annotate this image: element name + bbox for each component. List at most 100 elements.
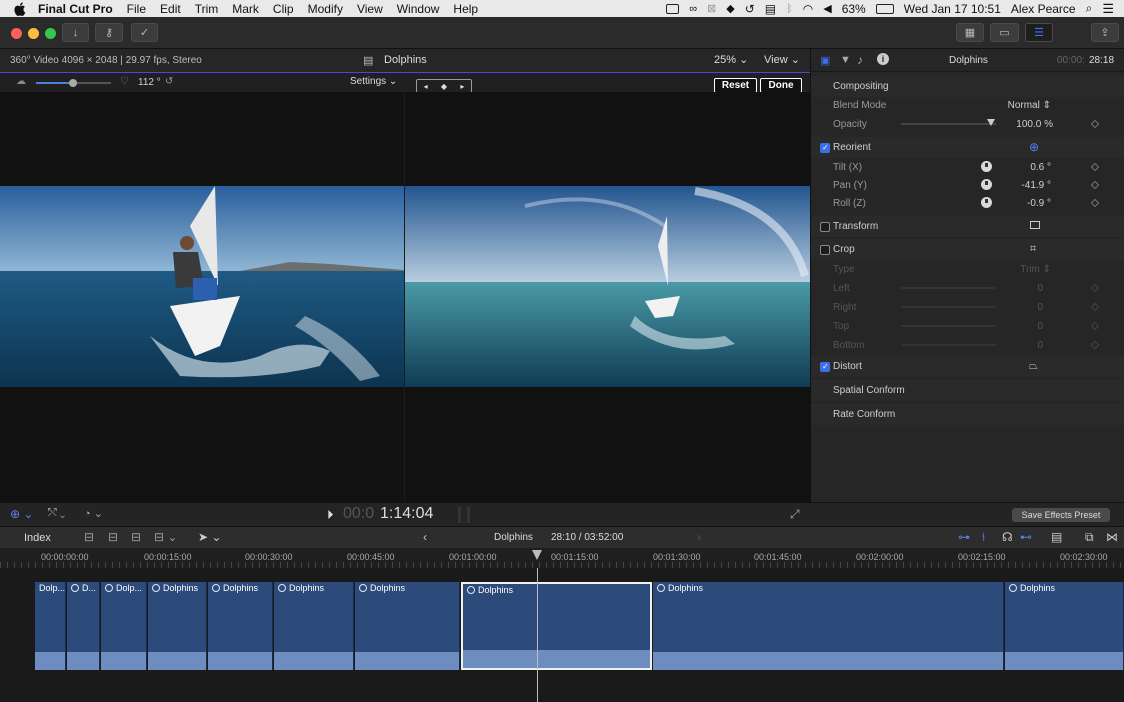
notification-center-icon[interactable]: ☰ [1102, 1, 1114, 17]
timecode-display[interactable]: 1:14:04 [380, 505, 433, 523]
timeline-clip[interactable]: Dolphins [355, 582, 460, 670]
filter-icon[interactable]: ▼ [840, 54, 851, 66]
timeline-clip-selected[interactable]: Dolphins [461, 582, 652, 670]
apple-icon[interactable] [14, 1, 28, 16]
prev-keyframe-icon[interactable]: ◂ [424, 82, 428, 91]
keyframe-icon[interactable] [1090, 198, 1100, 208]
app-menu[interactable]: Final Cut Pro [38, 2, 113, 16]
timeline-clip[interactable]: Dolphins [1005, 582, 1124, 670]
pan-dial[interactable] [981, 179, 992, 190]
crop-checkbox[interactable] [820, 244, 830, 255]
snapping-icon[interactable]: ⊷ [1020, 530, 1032, 544]
menu-edit[interactable]: Edit [160, 2, 181, 16]
distort-icon[interactable]: ⏢ [1029, 360, 1038, 373]
roll-dial[interactable] [981, 197, 992, 208]
playhead-line[interactable] [537, 568, 538, 702]
close-window-button[interactable] [11, 28, 22, 39]
volume-icon[interactable]: ◀ [823, 2, 831, 15]
keyframe-icon[interactable] [1090, 162, 1100, 172]
insert-edit-icon[interactable]: ⊟ [108, 530, 118, 544]
battery-percent[interactable]: 63% [842, 2, 866, 16]
next-keyframe-icon[interactable]: ▸ [460, 82, 464, 91]
play-icon[interactable]: ⏵ [327, 507, 334, 523]
reset-button[interactable]: Reset [714, 78, 757, 93]
spatial-conform-section[interactable]: Spatial Conform [811, 380, 1124, 401]
import-button[interactable]: ↓ [62, 23, 89, 42]
add-keyframe-icon[interactable]: ◆ [441, 82, 447, 91]
slider-thumb[interactable] [987, 119, 995, 126]
evernote-icon[interactable]: ◆ [726, 2, 734, 15]
menu-help[interactable]: Help [453, 2, 478, 16]
opacity-slider[interactable] [901, 119, 996, 126]
timeline-ruler[interactable]: 00:00:00:00 00:00:15:00 00:00:30:00 00:0… [0, 548, 1124, 568]
360-view-icon[interactable]: ⊕ ⌄ [10, 507, 33, 521]
timeline-clip[interactable]: D... [67, 582, 100, 670]
view-menu[interactable]: View ⌄ [764, 53, 800, 66]
canvas-viewer-pane[interactable] [405, 92, 810, 502]
index-button[interactable]: Index [24, 532, 51, 544]
timeline-clip[interactable]: Dolp... [101, 582, 147, 670]
clock[interactable]: Wed Jan 17 10:51 [904, 2, 1001, 16]
user-name[interactable]: Alex Pearce [1011, 2, 1076, 16]
reset-angle-icon[interactable]: ↺ [165, 76, 173, 87]
done-button[interactable]: Done [760, 78, 802, 93]
tilt-dial[interactable] [981, 161, 992, 172]
keywords-button[interactable]: ⚷ [95, 23, 123, 42]
info-icon[interactable]: i [877, 53, 889, 65]
blend-mode-select[interactable]: Normal ⇕ [1001, 100, 1051, 111]
display-icon[interactable] [666, 3, 680, 14]
creative-cloud-icon[interactable]: ∞ [689, 3, 697, 15]
select-tool-icon[interactable]: ➤ ⌄ [198, 530, 221, 544]
menu-modify[interactable]: Modify [308, 2, 343, 16]
search-icon[interactable]: ⌕ [1086, 1, 1093, 16]
timeline-clip[interactable]: Dolphins [148, 582, 207, 670]
transform-checkbox[interactable] [820, 221, 830, 232]
timeline-clip[interactable]: Dolp... [35, 582, 66, 670]
tilt-value[interactable]: 0.6 ° [1001, 162, 1051, 173]
opacity-value[interactable]: 100.0 % [1001, 119, 1053, 130]
pan-value[interactable]: -41.9 ° [1001, 180, 1051, 191]
back-arrow-icon[interactable]: ‹ [423, 530, 427, 544]
audio-icon[interactable]: ♪ [857, 53, 863, 67]
save-effects-preset-button[interactable]: Save Effects Preset [1012, 508, 1110, 522]
angle-slider[interactable] [36, 79, 111, 87]
menu-mark[interactable]: Mark [232, 2, 259, 16]
reorient-section[interactable]: Reorient ⊕ [811, 137, 1124, 158]
overwrite-edit-icon[interactable]: ⊟ ⌄ [154, 530, 177, 544]
compositing-section[interactable]: Compositing [811, 76, 1124, 97]
timeline-track[interactable]: Dolp... D... Dolp... Dolphins Dolphins D… [0, 568, 1124, 702]
bluetooth-icon[interactable]: ᛒ [786, 3, 793, 15]
settings-menu[interactable]: Settings ⌄ [350, 76, 397, 87]
menu-view[interactable]: View [357, 2, 383, 16]
menu-trim[interactable]: Trim [195, 2, 219, 16]
video-inspector-icon[interactable]: ▣ [820, 54, 830, 67]
crop-section[interactable]: Crop ⌗ [811, 239, 1124, 260]
time-machine-icon[interactable]: ↺ [745, 2, 755, 16]
connect-edit-icon[interactable]: ⊟ [84, 530, 94, 544]
browser-toggle-button[interactable]: ▦ [956, 23, 984, 42]
playhead-handle[interactable] [532, 550, 542, 560]
headset-icon[interactable]: ☁ [16, 76, 26, 87]
battery-icon[interactable] [875, 3, 894, 14]
angle-value[interactable]: 112 ° [138, 77, 161, 88]
360-viewer-pane[interactable] [0, 92, 404, 502]
clip-appearance-icon[interactable]: ⊶ [958, 530, 970, 544]
speed-icon[interactable]: ◔ ⌄ [84, 507, 103, 520]
zoom-menu[interactable]: 25% ⌄ [714, 53, 748, 66]
filmstrip-icon[interactable]: ▤ [1051, 530, 1062, 544]
rate-conform-section[interactable]: Rate Conform [811, 404, 1124, 425]
transform-section[interactable]: Transform [811, 216, 1124, 237]
fullscreen-icon[interactable]: ⤢ [790, 507, 800, 522]
inspector-toggle-button[interactable]: ☰ [1025, 23, 1053, 42]
transform-icon[interactable] [1030, 221, 1040, 229]
blocked-icon[interactable]: ⊠ [707, 2, 716, 15]
keyframe-icon[interactable] [1090, 119, 1100, 129]
menu-window[interactable]: Window [397, 2, 440, 16]
forward-arrow-icon[interactable]: › [697, 530, 701, 544]
menu-clip[interactable]: Clip [273, 2, 294, 16]
dropbox-icon[interactable]: ▤ [765, 2, 776, 16]
background-tasks-button[interactable]: ✓ [131, 23, 158, 42]
share-button[interactable]: ⇪ [1091, 23, 1119, 42]
zoom-window-button[interactable] [45, 28, 56, 39]
distort-checkbox[interactable] [820, 361, 830, 372]
